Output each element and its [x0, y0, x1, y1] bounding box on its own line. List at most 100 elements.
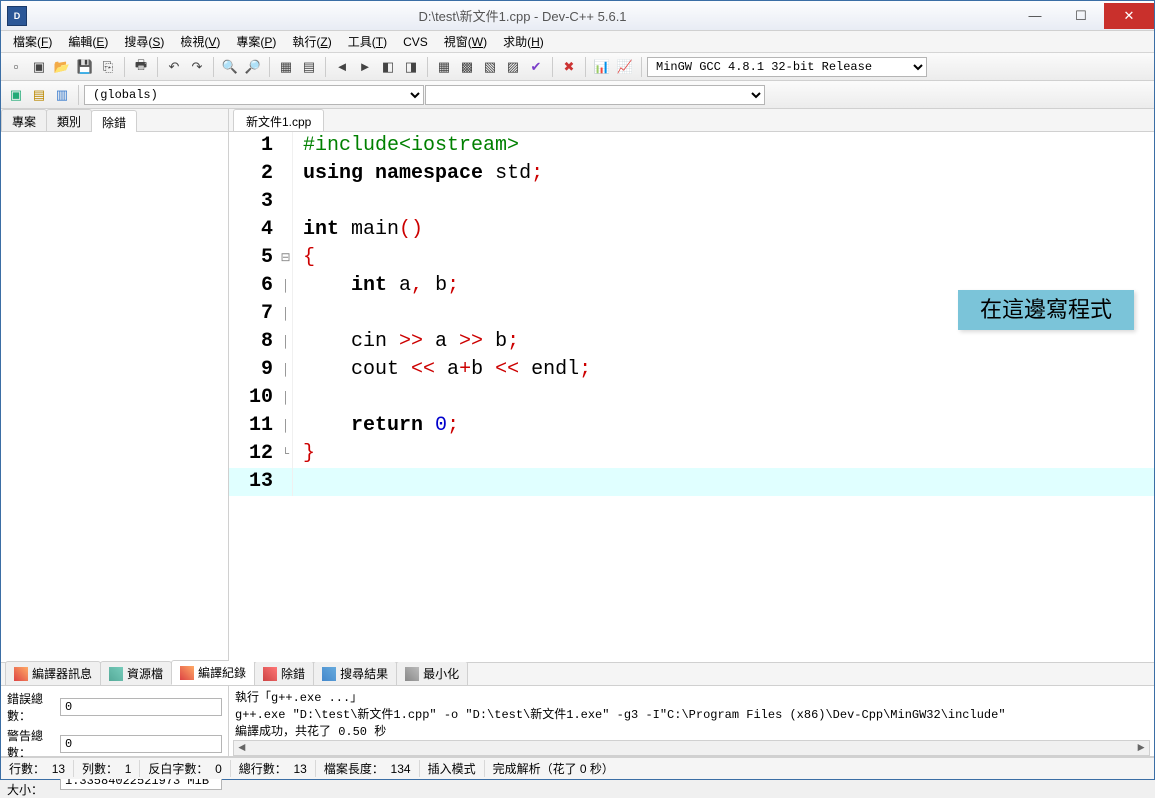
bookmark-icon[interactable]: ◧ [377, 56, 399, 78]
scroll-right-icon[interactable]: ► [1133, 741, 1149, 755]
code-line[interactable]: 1#include<iostream> [229, 132, 1154, 160]
new-file-icon[interactable]: ▫ [5, 56, 27, 78]
tab-icon [322, 667, 336, 681]
open-icon[interactable]: 📂 [51, 56, 73, 78]
warning-count-label: 警告總數： [7, 727, 60, 761]
bottom-tab[interactable]: 最小化 [396, 661, 468, 685]
find-icon[interactable]: 🔍 [219, 56, 241, 78]
compile-run-icon[interactable]: ▦ [433, 56, 455, 78]
menu-item[interactable]: 檢視(V) [172, 31, 228, 52]
compile-stats: 錯誤總數： 警告總數： 輸出檔案大小： [1, 686, 229, 756]
fold-gutter[interactable] [279, 468, 293, 496]
code-line[interactable]: 4int main() [229, 216, 1154, 244]
fold-gutter[interactable]: │ [279, 356, 293, 384]
fold-gutter[interactable]: │ [279, 328, 293, 356]
left-tab[interactable]: 類別 [46, 109, 92, 131]
fold-gutter[interactable]: │ [279, 272, 293, 300]
menu-item[interactable]: 求助(H) [495, 31, 552, 52]
menu-item[interactable]: 執行(Z) [284, 31, 339, 52]
code-text [293, 384, 303, 412]
code-line[interactable]: 3 [229, 188, 1154, 216]
menu-item[interactable]: 專案(P) [228, 31, 284, 52]
error-count-label: 錯誤總數： [7, 690, 60, 724]
line-number: 11 [229, 412, 279, 440]
code-line[interactable]: 11│ return 0; [229, 412, 1154, 440]
menu-item[interactable]: 工具(T) [340, 31, 395, 52]
menu-item[interactable]: 視窗(W) [436, 31, 495, 52]
tab-icon [263, 667, 277, 681]
debug-icon[interactable]: ▧ [479, 56, 501, 78]
code-line[interactable]: 12└} [229, 440, 1154, 468]
output-scrollbar[interactable]: ◄ ► [233, 740, 1150, 756]
goto-icon[interactable]: ◨ [400, 56, 422, 78]
scope-select[interactable]: (globals) [84, 85, 424, 105]
secondary-toolbar: ▣ ▤ ▥ (globals) [1, 81, 1154, 109]
code-text: int a, b; [293, 272, 459, 300]
check-icon[interactable]: ✔ [525, 56, 547, 78]
run-icon[interactable]: ▤ [298, 56, 320, 78]
forward-icon[interactable]: ► [354, 56, 376, 78]
menu-item[interactable]: 搜尋(S) [116, 31, 172, 52]
line-number: 13 [229, 468, 279, 496]
fold-gutter[interactable]: │ [279, 384, 293, 412]
back-icon[interactable]: ◄ [331, 56, 353, 78]
code-line[interactable]: 10│ [229, 384, 1154, 412]
compile-icon[interactable]: ▦ [275, 56, 297, 78]
fold-gutter[interactable]: │ [279, 300, 293, 328]
fold-gutter[interactable]: ⊟ [279, 244, 293, 272]
code-line[interactable]: 9│ cout << a+b << endl; [229, 356, 1154, 384]
redo-icon[interactable]: ↷ [186, 56, 208, 78]
line-number: 3 [229, 188, 279, 216]
bottom-tab[interactable]: 編譯器訊息 [5, 661, 101, 685]
code-line[interactable]: 2using namespace std; [229, 160, 1154, 188]
fold-gutter[interactable] [279, 160, 293, 188]
bookmark2-icon[interactable]: ▥ [51, 84, 73, 106]
left-tab[interactable]: 除錯 [91, 110, 137, 132]
left-tab[interactable]: 專案 [1, 109, 47, 131]
fold-gutter[interactable] [279, 216, 293, 244]
file-tabs: 新文件1.cpp [229, 109, 1154, 132]
maximize-button[interactable]: ☐ [1058, 3, 1104, 29]
new-class-icon[interactable]: ▣ [5, 84, 27, 106]
code-text: return 0; [293, 412, 459, 440]
save-icon[interactable]: 💾 [74, 56, 96, 78]
file-tab[interactable]: 新文件1.cpp [233, 109, 324, 131]
insert-icon[interactable]: ▤ [28, 84, 50, 106]
member-select[interactable] [425, 85, 765, 105]
chart-icon[interactable]: 📊 [591, 56, 613, 78]
menu-item[interactable]: 編輯(E) [60, 31, 116, 52]
code-line[interactable]: 8│ cin >> a >> b; [229, 328, 1154, 356]
profile-icon[interactable]: ▨ [502, 56, 524, 78]
bottom-tab[interactable]: 搜尋結果 [313, 661, 397, 685]
fold-gutter[interactable] [279, 132, 293, 160]
print-icon[interactable]: 🖶 [130, 56, 152, 78]
title-bar: D D:\test\新文件1.cpp - Dev-C++ 5.6.1 — ☐ ✕ [1, 1, 1154, 31]
code-line[interactable]: 5⊟{ [229, 244, 1154, 272]
status-bar: 行數： 13 列數： 1 反白字數： 0 總行數： 13 檔案長度： 134 插… [1, 757, 1154, 779]
compiler-select[interactable]: MinGW GCC 4.8.1 32-bit Release [647, 57, 927, 77]
scroll-left-icon[interactable]: ◄ [234, 741, 250, 755]
replace-icon[interactable]: 🔎 [242, 56, 264, 78]
code-editor[interactable]: 在這邊寫程式 1#include<iostream>2using namespa… [229, 132, 1154, 662]
close-button[interactable]: ✕ [1104, 3, 1154, 29]
bottom-tab[interactable]: 編譯紀錄 [171, 660, 255, 685]
menu-item[interactable]: 檔案(F) [5, 31, 60, 52]
undo-icon[interactable]: ↶ [163, 56, 185, 78]
bottom-tab[interactable]: 資源檔 [100, 661, 172, 685]
rebuild-icon[interactable]: ▩ [456, 56, 478, 78]
delete-icon[interactable]: ✖ [558, 56, 580, 78]
save-all-icon[interactable]: ⎘ [97, 56, 119, 78]
minimize-button[interactable]: — [1012, 3, 1058, 29]
bottom-tab[interactable]: 除錯 [254, 661, 314, 685]
fold-gutter[interactable]: │ [279, 412, 293, 440]
line-number: 8 [229, 328, 279, 356]
stats-icon[interactable]: 📈 [614, 56, 636, 78]
app-icon: D [7, 6, 27, 26]
fold-gutter[interactable] [279, 188, 293, 216]
menu-item[interactable]: CVS [395, 33, 436, 51]
code-line[interactable]: 13 [229, 468, 1154, 496]
fold-gutter[interactable]: └ [279, 440, 293, 468]
new-project-icon[interactable]: ▣ [28, 56, 50, 78]
code-text: int main() [293, 216, 423, 244]
separator [157, 57, 158, 77]
